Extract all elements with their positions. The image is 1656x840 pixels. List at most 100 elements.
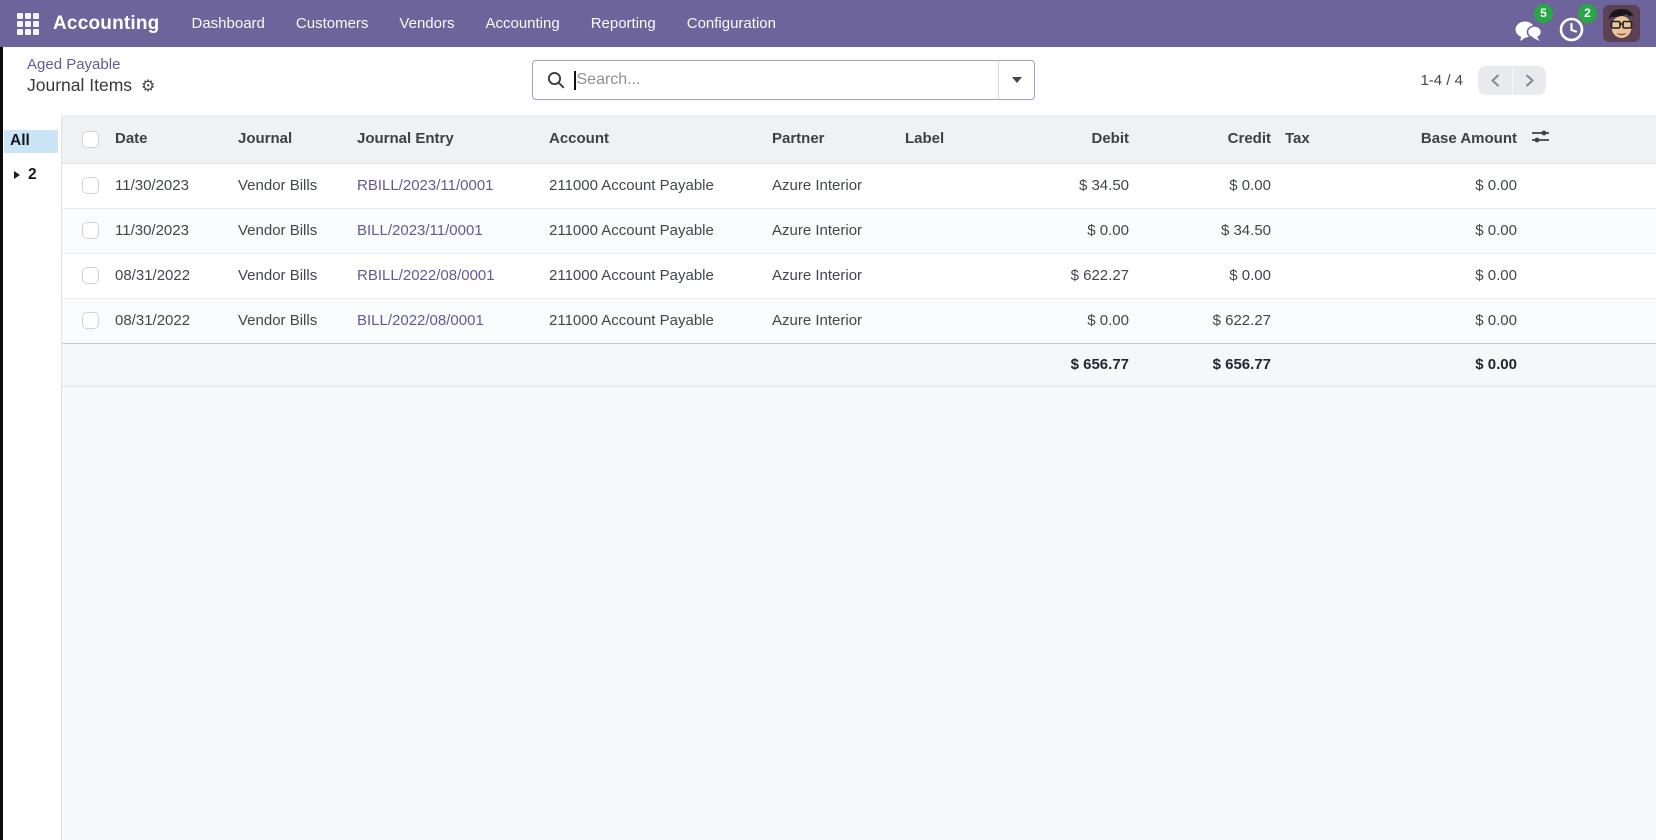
cell-date: 11/30/2023 (115, 208, 238, 253)
column-header-account[interactable]: Account (549, 115, 772, 163)
column-header-label[interactable]: Label (905, 115, 1005, 163)
sidebar-group-label: 2 (28, 166, 37, 184)
avatar-image (1603, 5, 1640, 42)
row-checkbox[interactable] (82, 312, 99, 329)
table-row[interactable]: 11/30/2023 Vendor Bills RBILL/2023/11/00… (62, 163, 1656, 208)
row-checkbox[interactable] (82, 222, 99, 239)
cell-journal: Vendor Bills (238, 298, 357, 343)
row-checkbox[interactable] (82, 177, 99, 194)
control-panel: Aged Payable Journal Items ⚙ 1-4 / 4 (0, 47, 1656, 115)
cell-credit: $ 0.00 (1130, 163, 1272, 208)
total-debit: $ 656.77 (1005, 343, 1130, 386)
cell-date: 08/31/2022 (115, 298, 238, 343)
column-header-credit[interactable]: Credit (1130, 115, 1272, 163)
apps-grid-icon (17, 13, 39, 35)
apps-menu-button[interactable] (17, 13, 39, 35)
select-all-checkbox[interactable] (82, 131, 99, 148)
cell-account: 211000 Account Payable (549, 163, 772, 208)
cell-partner: Azure Interior (772, 298, 905, 343)
column-header-partner[interactable]: Partner (772, 115, 905, 163)
chevron-left-icon (1490, 73, 1501, 88)
row-checkbox[interactable] (82, 267, 99, 284)
cell-debit: $ 0.00 (1005, 208, 1130, 253)
table-row[interactable]: 11/30/2023 Vendor Bills BILL/2023/11/000… (62, 208, 1656, 253)
cell-credit: $ 34.50 (1130, 208, 1272, 253)
top-navbar: Accounting Dashboard Customers Vendors A… (0, 0, 1656, 47)
chat-icon (1515, 20, 1542, 42)
activities-badge: 2 (1578, 4, 1597, 23)
journal-items-table: Date Journal Journal Entry Account Partn… (62, 115, 1656, 387)
table-header-row: Date Journal Journal Entry Account Partn… (62, 115, 1656, 163)
cell-journal: Vendor Bills (238, 253, 357, 298)
column-header-debit[interactable]: Debit (1005, 115, 1130, 163)
list-view: Date Journal Journal Entry Account Partn… (62, 115, 1656, 840)
sidebar-item-all[interactable]: All (4, 130, 58, 153)
cell-date: 11/30/2023 (115, 163, 238, 208)
column-header-tax[interactable]: Tax (1272, 115, 1360, 163)
cell-base-amount: $ 0.00 (1360, 163, 1518, 208)
column-header-date[interactable]: Date (115, 115, 238, 163)
main-menu: Dashboard Customers Vendors Accounting R… (192, 15, 776, 32)
journal-entry-link[interactable]: BILL/2023/11/0001 (357, 222, 483, 239)
gear-icon[interactable]: ⚙ (141, 78, 155, 94)
journal-entry-link[interactable]: RBILL/2022/08/0001 (357, 267, 495, 284)
pager-previous-button[interactable] (1478, 66, 1512, 95)
sidebar-item-2[interactable]: 2 (0, 166, 61, 184)
cell-debit: $ 34.50 (1005, 163, 1130, 208)
pager-next-button[interactable] (1512, 66, 1546, 95)
chevron-right-icon (1524, 73, 1535, 88)
app-name[interactable]: Accounting (53, 13, 160, 35)
nav-item-vendors[interactable]: Vendors (399, 15, 454, 32)
search-input[interactable] (576, 71, 999, 89)
cell-account: 211000 Account Payable (549, 208, 772, 253)
breadcrumb-aged-payable[interactable]: Aged Payable (27, 56, 155, 73)
cell-label (905, 163, 1005, 208)
cell-tax (1272, 208, 1360, 253)
search-dropdown-toggle[interactable] (998, 61, 1034, 99)
cell-date: 08/31/2022 (115, 253, 238, 298)
cell-label (905, 298, 1005, 343)
totals-row: $ 656.77 $ 656.77 $ 0.00 (62, 343, 1656, 386)
nav-item-accounting[interactable]: Accounting (485, 15, 559, 32)
column-header-journal[interactable]: Journal (238, 115, 357, 163)
cell-debit: $ 622.27 (1005, 253, 1130, 298)
total-credit: $ 656.77 (1130, 343, 1272, 386)
navbar-systray: 5 2 (1515, 5, 1640, 42)
column-header-base-amount[interactable]: Base Amount (1360, 115, 1518, 163)
search-icon (547, 71, 565, 89)
journal-entry-link[interactable]: BILL/2022/08/0001 (357, 312, 484, 329)
cell-partner: Azure Interior (772, 208, 905, 253)
cell-credit: $ 622.27 (1130, 298, 1272, 343)
messages-button[interactable]: 5 (1515, 6, 1545, 42)
cell-account: 211000 Account Payable (549, 298, 772, 343)
cell-tax (1272, 298, 1360, 343)
journal-entry-link[interactable]: RBILL/2023/11/0001 (357, 177, 494, 194)
cell-base-amount: $ 0.00 (1360, 253, 1518, 298)
table-row[interactable]: 08/31/2022 Vendor Bills RBILL/2022/08/00… (62, 253, 1656, 298)
messages-badge: 5 (1534, 4, 1553, 23)
nav-item-dashboard[interactable]: Dashboard (192, 15, 265, 32)
nav-item-customers[interactable]: Customers (296, 15, 369, 32)
column-header-entry[interactable]: Journal Entry (357, 115, 549, 163)
screen-edge-strip (0, 47, 3, 840)
cell-tax (1272, 253, 1360, 298)
chevron-down-icon (1012, 77, 1022, 83)
cell-partner: Azure Interior (772, 253, 905, 298)
cell-label (905, 208, 1005, 253)
nav-item-reporting[interactable]: Reporting (591, 15, 656, 32)
breadcrumb: Aged Payable Journal Items ⚙ (27, 56, 155, 96)
cell-partner: Azure Interior (772, 163, 905, 208)
optional-columns-button[interactable] (1518, 129, 1549, 148)
activities-button[interactable]: 2 (1559, 6, 1589, 42)
sliders-icon (1532, 129, 1549, 144)
nav-item-configuration[interactable]: Configuration (687, 15, 776, 32)
pager-range: 1-4 / 4 (1420, 72, 1463, 89)
user-avatar[interactable] (1603, 5, 1640, 42)
pager: 1-4 / 4 (1420, 66, 1546, 95)
search-bar (532, 60, 1035, 100)
cell-journal: Vendor Bills (238, 163, 357, 208)
cell-label (905, 253, 1005, 298)
table-row[interactable]: 08/31/2022 Vendor Bills BILL/2022/08/000… (62, 298, 1656, 343)
group-sidebar: All 2 (0, 115, 62, 840)
cell-base-amount: $ 0.00 (1360, 208, 1518, 253)
